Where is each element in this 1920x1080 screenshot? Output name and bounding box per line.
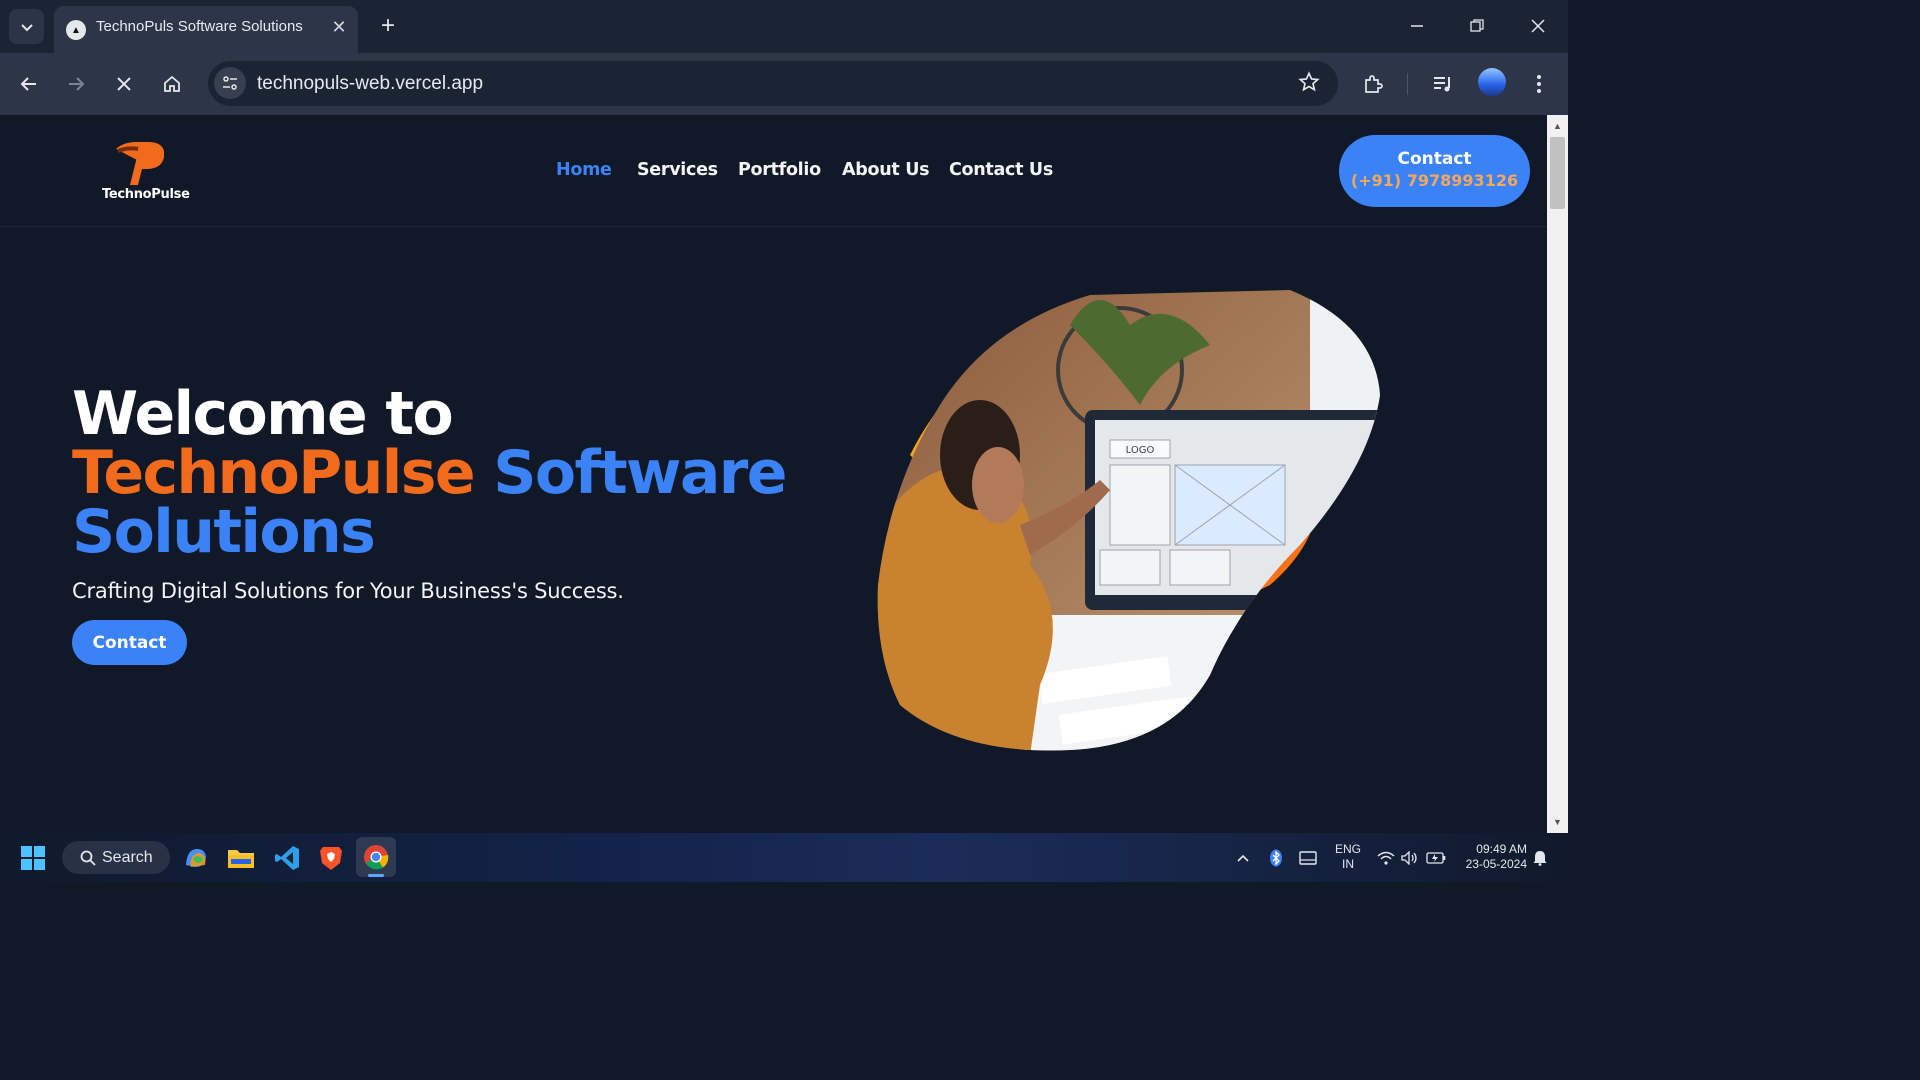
menu-icon[interactable] [1524, 69, 1554, 99]
active-indicator [368, 874, 384, 877]
hero-title-software: Software [493, 438, 787, 508]
header-contact-button[interactable]: Contact (+91) 7978993126 [1339, 135, 1530, 207]
taskbar-search[interactable]: Search [62, 841, 170, 874]
clock-time: 09:49 AM [1476, 842, 1527, 856]
profile-icon[interactable] [1478, 68, 1506, 96]
windows-taskbar: Search ENG IN 09:49 AM 23-05-2024 [0, 833, 1568, 882]
page-scrollbar[interactable]: ▲ ▼ [1547, 115, 1568, 833]
star-icon[interactable] [1298, 71, 1320, 99]
taskbar-search-label: Search [102, 848, 153, 866]
lang-line2: IN [1342, 857, 1354, 871]
minimize-icon[interactable] [1397, 10, 1437, 42]
chevron-up-icon[interactable] [1234, 841, 1252, 875]
clock-date: 23-05-2024 [1465, 857, 1527, 871]
hero-title-solutions: Solutions [72, 497, 376, 567]
file-explorer-icon[interactable] [226, 841, 256, 875]
home-icon[interactable] [157, 69, 187, 99]
notification-icon[interactable] [1532, 841, 1548, 875]
nav-contact-us[interactable]: Contact Us [949, 160, 1053, 180]
extensions-icon[interactable] [1358, 69, 1388, 99]
battery-icon[interactable] [1425, 841, 1447, 875]
close-icon[interactable]: ✕ [328, 16, 350, 38]
logo-text: TechnoPulse [102, 187, 190, 202]
stop-icon[interactable] [109, 69, 139, 99]
hero-title-line1: Welcome to [72, 379, 454, 449]
nav-home[interactable]: Home [556, 160, 612, 180]
tab-strip: ▲ TechnoPuls Software Solutions ✕ + [0, 0, 1568, 53]
windows-icon[interactable] [18, 841, 48, 875]
header-contact-label: Contact [1397, 149, 1472, 169]
browser-tab[interactable]: ▲ TechnoPuls Software Solutions ✕ [54, 6, 358, 53]
nav-services[interactable]: Services [637, 160, 718, 180]
restore-icon[interactable] [1457, 10, 1497, 42]
forward-icon[interactable] [61, 69, 91, 99]
copilot-icon[interactable] [182, 841, 210, 875]
web-page: TechnoPulse Home Services Portfolio Abou… [0, 115, 1547, 833]
toolbar-divider [1407, 73, 1408, 95]
language-indicator[interactable]: ENG IN [1332, 842, 1364, 872]
back-icon[interactable] [14, 69, 44, 99]
site-logo[interactable]: TechnoPulse [100, 139, 190, 203]
scroll-down-icon[interactable]: ▼ [1547, 813, 1568, 831]
nav-portfolio[interactable]: Portfolio [738, 160, 821, 180]
plus-icon[interactable]: + [374, 12, 402, 40]
hero-subtitle: Crafting Digital Solutions for Your Busi… [72, 579, 624, 603]
hero-contact-button[interactable]: Contact [72, 620, 187, 665]
bluetooth-icon[interactable] [1268, 841, 1284, 875]
chrome-icon [364, 845, 389, 870]
wifi-icon[interactable] [1376, 841, 1396, 875]
site-info-icon[interactable] [214, 67, 246, 99]
tab-list-button[interactable] [9, 9, 44, 44]
search-icon [80, 850, 96, 866]
favicon-icon: ▲ [66, 20, 86, 40]
tablet-icon[interactable] [1298, 841, 1318, 875]
clock[interactable]: 09:49 AM 23-05-2024 [1455, 842, 1527, 872]
browser-toolbar: technopuls-web.vercel.app [0, 53, 1568, 115]
chrome-taskbar-button[interactable] [356, 837, 396, 877]
hero-image: LOGO [877, 290, 1381, 751]
media-icon[interactable] [1428, 69, 1458, 99]
screen-logo-text: LOGO [1126, 445, 1155, 456]
address-bar[interactable]: technopuls-web.vercel.app [208, 61, 1338, 106]
nav-about-us[interactable]: About Us [842, 160, 930, 180]
vscode-icon[interactable] [272, 841, 302, 875]
hero-title: Welcome to TechnoPulse Software Solution… [72, 379, 787, 562]
lang-line1: ENG [1334, 842, 1361, 856]
site-header: TechnoPulse Home Services Portfolio Abou… [0, 115, 1547, 227]
url-text[interactable]: technopuls-web.vercel.app [257, 73, 483, 95]
header-contact-phone: (+91) 7978993126 [1350, 171, 1519, 190]
scroll-thumb[interactable] [1550, 137, 1565, 209]
scroll-up-icon[interactable]: ▲ [1547, 117, 1568, 135]
brave-icon[interactable] [318, 841, 344, 875]
tab-list-icon [20, 23, 33, 31]
tab-title: TechnoPuls Software Solutions [96, 18, 303, 35]
window-close-icon[interactable] [1518, 10, 1558, 42]
volume-icon[interactable] [1400, 841, 1420, 875]
logo-mark-icon [116, 141, 164, 185]
